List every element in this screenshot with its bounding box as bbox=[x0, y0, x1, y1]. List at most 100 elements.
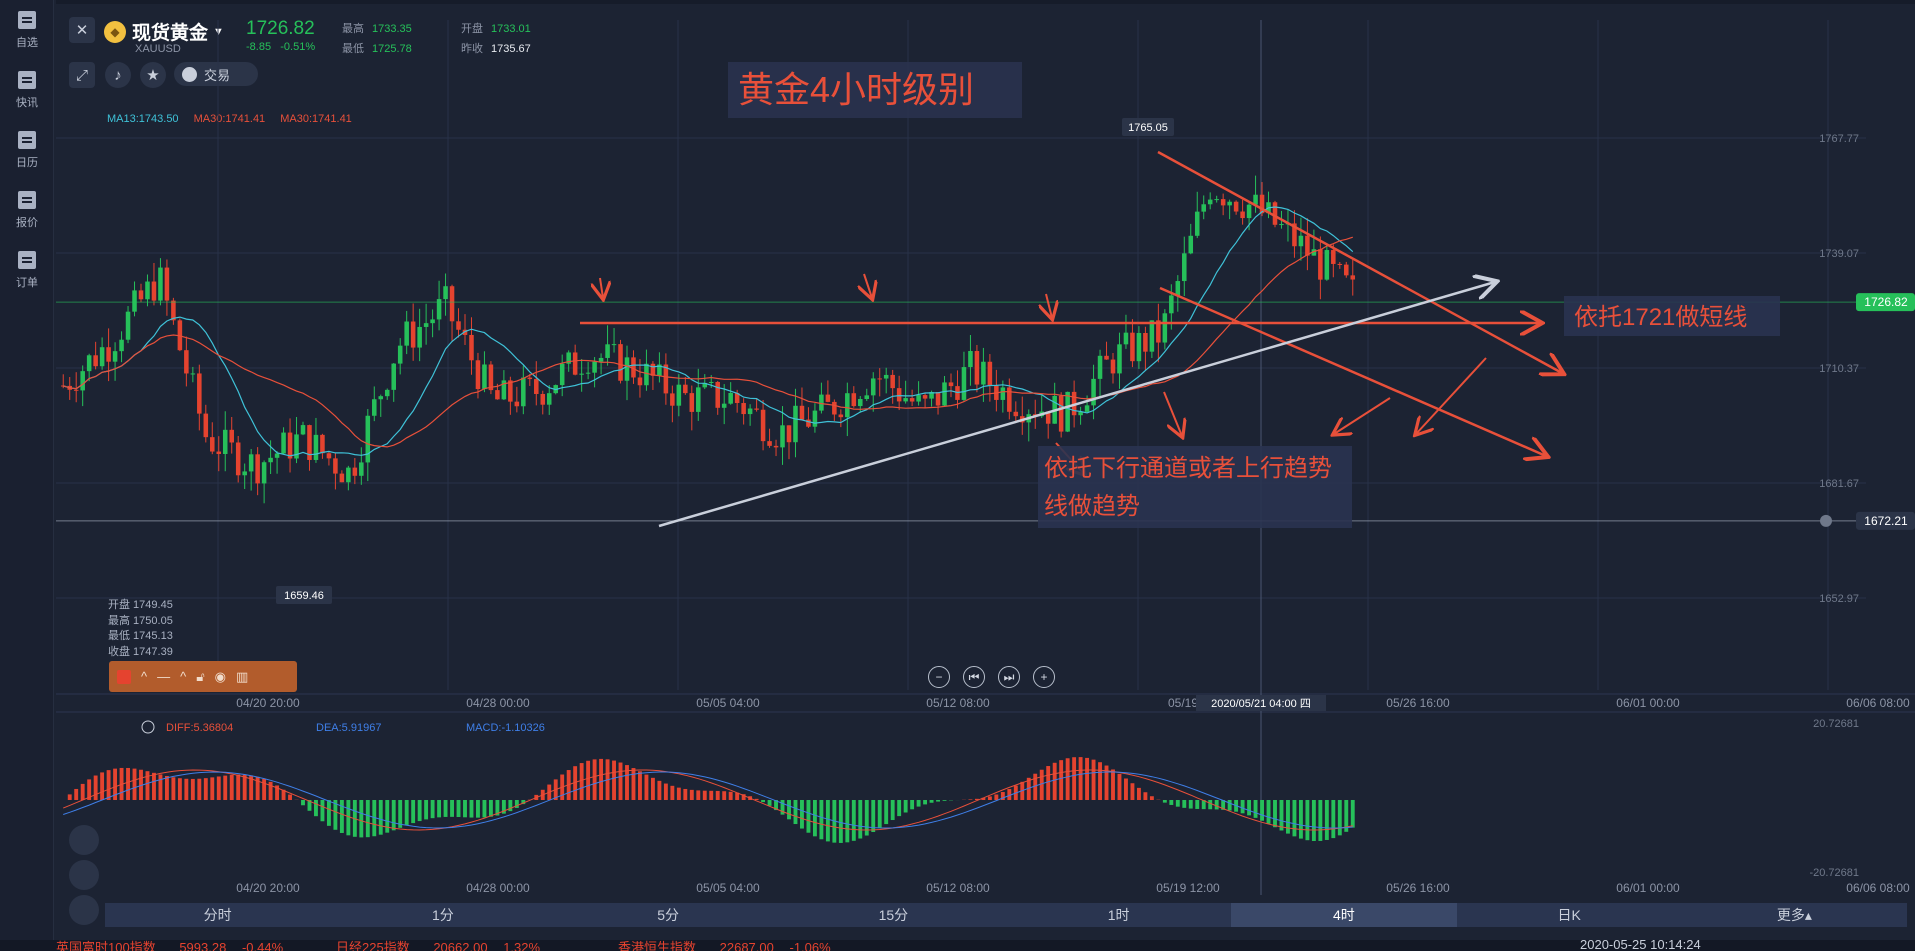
macd-histogram-bar bbox=[676, 787, 681, 800]
color-swatch[interactable] bbox=[117, 669, 131, 684]
sidebar-item[interactable]: 快讯 bbox=[0, 60, 54, 120]
eye-icon[interactable]: ◉ bbox=[215, 669, 226, 685]
sidebar-item[interactable]: 订单 bbox=[0, 240, 54, 300]
timeframe-tab[interactable]: 分时 bbox=[105, 903, 330, 927]
ticker-item-hsi[interactable]: 香港恒生指数 22687.00 -1.06% bbox=[618, 940, 831, 951]
candle-body bbox=[359, 462, 364, 476]
macd-histogram-bar bbox=[1169, 800, 1174, 805]
candle-body bbox=[786, 425, 792, 443]
timeframe-tab[interactable]: 1时 bbox=[1006, 903, 1231, 927]
candle-body bbox=[93, 355, 98, 367]
macd-histogram-bar bbox=[579, 763, 584, 800]
candle-body bbox=[961, 367, 967, 400]
jump-end-button[interactable]: ⏭ bbox=[998, 666, 1020, 688]
timeframe-tab[interactable]: 日K bbox=[1457, 903, 1682, 927]
timeframe-tab[interactable]: 5分 bbox=[556, 903, 781, 927]
macd-histogram-bar bbox=[793, 800, 798, 825]
peak-label: 1765.05 bbox=[1128, 122, 1168, 134]
candle-body bbox=[138, 290, 144, 300]
sidebar-item[interactable]: 自选 bbox=[0, 0, 54, 60]
macd-histogram-bar bbox=[1266, 800, 1271, 824]
candle-body bbox=[158, 267, 163, 301]
ohlc-low: 最低 1745.13 bbox=[108, 630, 173, 642]
candle-body bbox=[1169, 295, 1174, 314]
macd-histogram-bar bbox=[1208, 800, 1213, 810]
candle-body bbox=[346, 467, 351, 483]
candle-body bbox=[540, 393, 546, 405]
ticker-item-nikkei[interactable]: 日经225指数 20662.00 1.32% bbox=[336, 940, 540, 951]
macd-histogram-bar bbox=[936, 800, 940, 802]
candle-body bbox=[488, 364, 494, 391]
macd-x-label: 05/12 08:00 bbox=[926, 881, 990, 895]
candle-body bbox=[812, 410, 818, 427]
macd-histogram-bar bbox=[223, 775, 228, 800]
chevron-up-icon[interactable]: ^ bbox=[141, 669, 147, 684]
ticker-value: 22687.00 bbox=[719, 940, 774, 951]
price-chart[interactable]: 黄金4小时级别 1765.05 1659.46 依托1721做短线依托下行通道或者上… bbox=[56, 0, 1915, 940]
pen-tool-icon[interactable] bbox=[69, 860, 99, 890]
zoom-out-button[interactable]: − bbox=[928, 666, 950, 688]
candle-body bbox=[968, 351, 973, 368]
timeframe-tab[interactable]: 更多▴ bbox=[1682, 903, 1907, 927]
candle-body bbox=[248, 454, 254, 472]
jump-start-button[interactable]: ⏮ bbox=[963, 666, 985, 688]
macd-histogram-bar bbox=[761, 800, 766, 803]
candle-body bbox=[1220, 199, 1226, 206]
macd-histogram-bar bbox=[443, 800, 448, 817]
timeframe-tab[interactable]: 15分 bbox=[781, 903, 1006, 927]
candle-body bbox=[145, 281, 150, 300]
candle-body bbox=[261, 462, 267, 484]
candle-body bbox=[320, 434, 325, 454]
candle-body bbox=[579, 373, 584, 375]
macd-histogram-bar bbox=[1162, 800, 1167, 803]
candle-body bbox=[760, 409, 766, 442]
macd-histogram-bar bbox=[1273, 800, 1277, 828]
macd-histogram-bar bbox=[1091, 759, 1096, 800]
ticker-item-ftse[interactable]: 英国富时100指数 5993.28 -0.44% bbox=[56, 940, 283, 951]
crosshair-date: 2020/05/21 04:00 四 bbox=[1211, 698, 1311, 710]
macd-histogram-bar bbox=[1136, 787, 1141, 800]
ohlc-panel: 开盘 1749.45 最高 1750.05 最低 1745.13 收盘 1747… bbox=[108, 598, 173, 660]
candle-body bbox=[378, 396, 384, 400]
candle-body bbox=[806, 419, 811, 427]
chevron-up-icon[interactable]: ^ bbox=[180, 669, 186, 684]
ticker-name: 香港恒生指数 bbox=[618, 940, 697, 951]
candle-body bbox=[197, 373, 202, 414]
timeframe-tab[interactable]: 1分 bbox=[330, 903, 555, 927]
candle-body bbox=[190, 373, 196, 375]
sidebar-item[interactable]: 日历 bbox=[0, 120, 54, 180]
candle-body bbox=[210, 437, 215, 452]
line-style-icon[interactable]: — bbox=[157, 669, 170, 684]
macd-histogram-bar bbox=[164, 775, 169, 800]
candle-body bbox=[508, 380, 513, 402]
ticker-change: -1.06% bbox=[789, 940, 831, 951]
candle-body bbox=[1350, 275, 1356, 280]
pointer-arrow bbox=[600, 277, 603, 298]
macd-histogram-bar bbox=[1227, 800, 1232, 811]
candle-body bbox=[644, 363, 649, 386]
candle-body bbox=[1149, 320, 1155, 352]
macd-histogram-bar bbox=[197, 778, 202, 800]
candle-body bbox=[164, 267, 170, 301]
zoom-in-button[interactable]: + bbox=[1033, 666, 1055, 688]
sidebar-item[interactable]: 报价 bbox=[0, 180, 54, 240]
macd-histogram-bar bbox=[1260, 800, 1264, 821]
candle-body bbox=[112, 351, 118, 362]
chart-tool-icon[interactable] bbox=[69, 895, 99, 925]
pointer-arrow bbox=[864, 273, 872, 298]
alert-bell-icon bbox=[1820, 514, 1832, 527]
macd-histogram-bar bbox=[132, 768, 137, 800]
short-line-note: 依托1721做短线 bbox=[1574, 304, 1747, 331]
macd-histogram-bar bbox=[800, 800, 804, 829]
indicator-tool-icon[interactable] bbox=[69, 825, 99, 855]
candle-body bbox=[838, 414, 844, 418]
trash-icon[interactable]: ▥ bbox=[236, 669, 248, 685]
lock-icon[interactable]: 🔓︎ bbox=[196, 669, 204, 685]
candle-body bbox=[981, 361, 986, 385]
alert-price-value: 1672.21 bbox=[1864, 514, 1908, 528]
macd-histogram-bar bbox=[599, 758, 604, 800]
candle-body bbox=[689, 393, 695, 412]
macd-histogram-bar bbox=[417, 800, 422, 822]
timeframe-tab[interactable]: 4时 bbox=[1231, 903, 1457, 927]
macd-x-label: 05/05 04:00 bbox=[696, 881, 760, 895]
